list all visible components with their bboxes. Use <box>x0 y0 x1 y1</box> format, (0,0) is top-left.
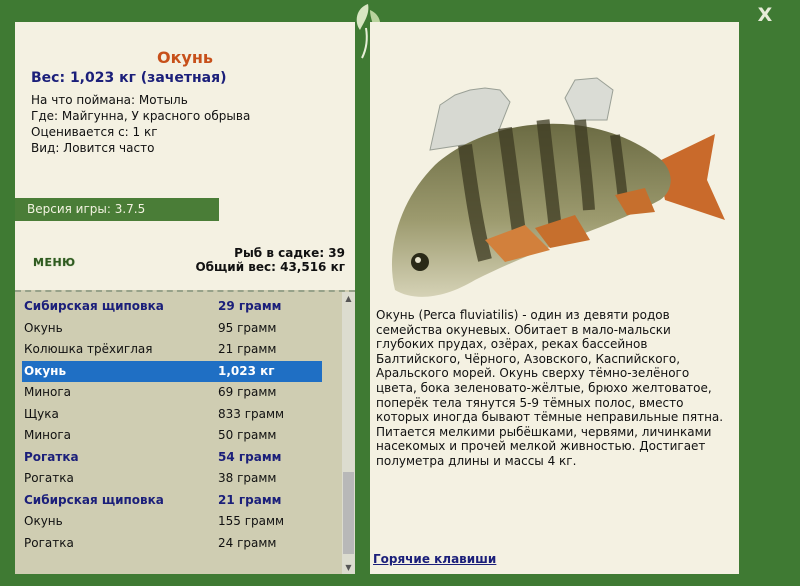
close-button[interactable]: X <box>754 4 776 26</box>
list-item[interactable]: Окунь 155 грамм <box>22 511 322 532</box>
list-item-name: Сибирская щиповка <box>24 492 164 507</box>
scroll-up-icon[interactable]: ▲ <box>342 292 355 305</box>
list-item[interactable]: Окунь 95 грамм <box>22 318 322 339</box>
fish-description: Окунь (Perca fluviatilis) - один из девя… <box>376 308 724 468</box>
fish-name: Окунь <box>156 48 214 67</box>
list-item-name: Колюшка трёхиглая <box>24 342 153 356</box>
list-item-weight: 21 грамм <box>218 492 282 507</box>
list-item[interactable]: Сибирская щиповка 21 грамм <box>22 490 322 511</box>
list-item[interactable]: Рогатка 38 грамм <box>22 468 322 489</box>
list-item-name: Окунь <box>24 363 67 378</box>
list-item-name: Рогатка <box>24 449 79 464</box>
list-item[interactable]: Колюшка трёхиглая 21 грамм <box>22 339 322 360</box>
list-item-name: Минога <box>24 385 71 399</box>
scroll-thumb[interactable] <box>343 472 354 554</box>
list-item-weight: 1,023 кг <box>218 363 275 378</box>
counts-from: Оценивается с: 1 кг <box>31 125 158 139</box>
list-item-weight: 24 грамм <box>218 535 277 550</box>
list-item-name: Щука <box>24 406 59 421</box>
catch-list: Сибирская щиповка 29 грамм Окунь 95 грамм Ко… <box>15 290 355 574</box>
list-item-weight: 21 грамм <box>218 342 277 356</box>
fish-info-panel: Окунь Вес: 1,023 кг (зачетная) На что по… <box>15 22 355 290</box>
fish-kind: Вид: Ловится часто <box>31 141 155 155</box>
fish-count: Рыб в садке: 39 <box>234 246 345 260</box>
list-item-name: Сибирская щиповка <box>24 299 164 313</box>
list-item[interactable]: Минога 69 грамм <box>22 382 322 403</box>
list-item-weight: 38 грамм <box>218 471 277 485</box>
list-item-weight: 95 грамм <box>218 320 277 335</box>
list-item-weight: 50 грамм <box>218 428 277 442</box>
list-item[interactable]: Сибирская щиповка 29 грамм <box>22 296 322 317</box>
list-item-name: Минога <box>24 428 71 442</box>
list-item-name: Окунь <box>24 514 63 528</box>
total-weight: Общий вес: 43,516 кг <box>195 260 345 274</box>
perch-image <box>391 77 725 297</box>
list-item-name: Рогатка <box>24 471 74 485</box>
catch-location: Где: Майгунна, У красного обрыва <box>31 109 251 123</box>
list-item[interactable]: Рогатка 54 грамм <box>22 447 322 468</box>
list-item-weight: 54 грамм <box>218 449 282 464</box>
scroll-down-icon[interactable]: ▼ <box>342 561 355 574</box>
list-item[interactable]: Окунь 1,023 кг <box>22 360 322 382</box>
list-item-weight: 29 грамм <box>218 299 282 313</box>
list-item[interactable]: Рогатка 24 грамм <box>22 533 322 554</box>
list-item-name: Рогатка <box>24 535 74 550</box>
fish-details-panel: Окунь (Perca fluviatilis) - один из девя… <box>370 22 739 574</box>
list-item-weight: 155 грамм <box>218 514 285 528</box>
version-label: Версия игры: 3.7.5 <box>15 198 219 221</box>
list-item-name: Окунь <box>24 320 63 335</box>
list-item-weight: 69 грамм <box>218 385 277 399</box>
hotkeys-link[interactable]: Горячие клавиши <box>373 552 496 566</box>
caught-with: На что поймана: Мотыль <box>31 93 188 107</box>
fish-weight: Вес: 1,023 кг (зачетная) <box>31 70 227 86</box>
list-item[interactable]: Щука 833 грамм <box>22 404 322 425</box>
list-item-weight: 833 грамм <box>218 406 285 421</box>
menu-button[interactable]: МЕНЮ <box>33 256 76 269</box>
list-item[interactable]: Минога 50 грамм <box>22 425 322 446</box>
scrollbar[interactable]: ▲ ▼ <box>342 292 355 574</box>
